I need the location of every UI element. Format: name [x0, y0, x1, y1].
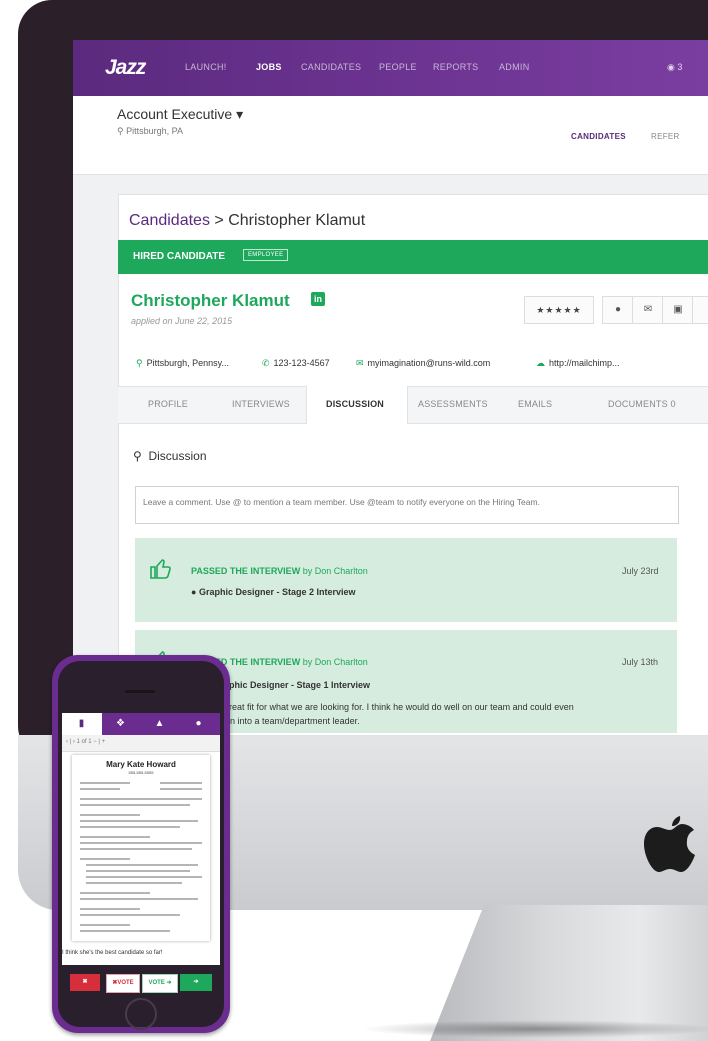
email-icon[interactable]: ✉ — [632, 296, 664, 324]
document-icon[interactable]: ▮ — [62, 718, 101, 729]
breadcrumb-candidates-link[interactable]: Candidates — [129, 212, 210, 229]
reject-button[interactable]: ✖ — [70, 974, 100, 991]
activity-date: July 23rd — [622, 566, 659, 576]
comments-icon: ● — [191, 587, 197, 597]
thumbs-up-icon — [150, 559, 171, 579]
resume-text-line — [86, 864, 198, 866]
activity-item — [135, 538, 677, 622]
resume-text-line — [80, 908, 140, 910]
resume-text-line — [80, 858, 130, 860]
phone-home-button[interactable] — [125, 998, 157, 1030]
subtab-candidates[interactable]: CANDIDATES — [571, 132, 626, 141]
info-icon[interactable]: ❖ — [101, 718, 140, 729]
resume-text-line — [80, 782, 130, 784]
apple-logo-icon — [644, 816, 695, 872]
nav-jobs[interactable]: JOBS — [256, 62, 282, 72]
tab-discussion[interactable]: DISCUSSION — [326, 399, 384, 409]
chat-icon: ⚲ — [133, 449, 142, 463]
resume-text-line — [80, 914, 180, 916]
map-pin-icon: ⚲ — [117, 126, 124, 136]
vote-button[interactable]: VOTE ➔ — [142, 974, 178, 993]
cloud-icon: ☁ — [536, 358, 545, 368]
activity-date: July 13th — [622, 657, 659, 667]
resume-text-line — [86, 882, 182, 884]
notifications-count[interactable]: ◉ 3 — [667, 62, 682, 73]
envelope-icon: ✉ — [356, 358, 364, 368]
nav-launch[interactable]: LAUNCH! — [185, 62, 227, 72]
resume-text-line — [80, 924, 130, 926]
resume-contact: 555-555-5555 — [128, 770, 154, 775]
tab-assessments[interactable]: ASSESSMENTS — [418, 399, 488, 409]
stand-shadow — [360, 1020, 708, 1038]
employee-badge: EMPLOYEE — [243, 249, 289, 261]
job-title[interactable]: Account Executive ▾ — [117, 106, 243, 123]
resume-text-line — [80, 842, 202, 844]
resume-name: Mary Kate Howard — [106, 760, 176, 769]
pdf-toolbar: ‹ | › 1 of 1 − | + — [62, 735, 220, 752]
phone-icon: ✆ — [262, 358, 270, 368]
comment-icon[interactable]: ● — [602, 296, 634, 324]
calendar-icon[interactable]: ▣ — [662, 296, 694, 324]
rating-stars[interactable]: ★★★★★ — [524, 296, 594, 324]
resume-text-line — [80, 814, 140, 816]
resume-text-line — [80, 820, 198, 822]
discussion-title: ⚲ Discussion — [133, 449, 207, 463]
tab-emails[interactable]: EMAILS — [518, 399, 552, 409]
hired-label: HIRED CANDIDATE — [133, 251, 226, 262]
contact-phone[interactable]: ✆ 123-123-4567 — [262, 358, 330, 369]
nav-admin[interactable]: ADMIN — [499, 62, 530, 72]
more-actions-button[interactable] — [692, 296, 708, 324]
phone-comment: I think she's the best candidate so far! — [62, 950, 163, 956]
tab-profile[interactable]: PROFILE — [148, 399, 188, 409]
contact-website[interactable]: ☁ http://mailchimp... — [536, 358, 620, 369]
resume-text-line — [160, 788, 202, 790]
tab-documents[interactable]: DOCUMENTS 0 — [608, 399, 676, 409]
breadcrumb: Candidates > Christopher Klamut — [129, 212, 366, 229]
candidate-name: Christopher Klamut — [131, 291, 290, 310]
resume-text-line — [86, 870, 190, 872]
phone-speaker — [125, 690, 155, 693]
activity-body-line: great fit for what we are looking for. I… — [224, 702, 574, 712]
contact-location: ⚲ Pittsburgh, Pennsy... — [136, 358, 229, 368]
resume-text-line — [160, 782, 202, 784]
chat-icon[interactable]: ● — [179, 718, 218, 729]
resume-text-line — [80, 836, 150, 838]
job-location: ⚲ Pittsburgh, PA — [117, 126, 183, 136]
jazz-logo[interactable]: Jazz — [105, 56, 146, 80]
chevron-down-icon[interactable]: ▾ — [236, 106, 243, 122]
resume-text-line — [80, 798, 202, 800]
resume-text-line — [80, 804, 190, 806]
nav-candidates[interactable]: CANDIDATES — [301, 62, 361, 72]
resume-text-line — [80, 848, 192, 850]
resume-text-line — [86, 876, 202, 878]
applied-date: applied on June 22, 2015 — [131, 316, 233, 326]
resume-text-line — [80, 826, 180, 828]
activity-subtitle: aphic Designer - Stage 1 Interview — [224, 680, 371, 690]
activity-subtitle: ● Graphic Designer - Stage 2 Interview — [191, 587, 356, 597]
advance-button[interactable]: ➔ — [180, 974, 212, 991]
contact-email[interactable]: ✉ myimagination@runs-wild.com — [356, 358, 490, 369]
nav-reports[interactable]: REPORTS — [433, 62, 478, 72]
nav-people[interactable]: PEOPLE — [379, 62, 417, 72]
resume-text-line — [80, 788, 120, 790]
resume-text-line — [80, 930, 170, 932]
activity-body-line: n into a team/department leader. — [230, 716, 360, 726]
map-pin-icon: ⚲ — [136, 358, 143, 368]
comment-placeholder: Leave a comment. Use @ to mention a team… — [143, 497, 540, 507]
subtab-refer[interactable]: REFER — [651, 132, 680, 141]
resume-text-line — [80, 892, 150, 894]
linkedin-icon[interactable]: in — [311, 292, 325, 306]
breadcrumb-current: Christopher Klamut — [228, 212, 366, 229]
resume-text-line — [80, 898, 198, 900]
activity-heading: PASSED THE INTERVIEW by Don Charlton — [191, 566, 368, 576]
person-icon[interactable]: ▲ — [140, 718, 179, 729]
tab-interviews[interactable]: INTERVIEWS — [232, 399, 290, 409]
no-vote-button[interactable]: ✖VOTE — [106, 974, 140, 993]
